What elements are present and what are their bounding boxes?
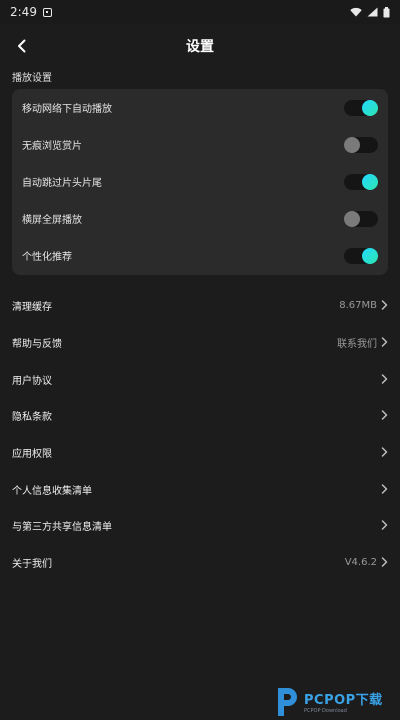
toggle-row-mobile-autoplay: 移动网络下自动播放 (12, 89, 388, 126)
signal-icon (367, 7, 378, 17)
watermark-text: PCPOP下载 PCPOP Download (304, 689, 383, 714)
menu-right: 联系我们 (337, 335, 388, 350)
toggle-label: 个性化推荐 (22, 252, 72, 263)
menu-right (381, 410, 388, 420)
battery-icon (383, 6, 390, 17)
section-label-playback: 播放设置 (12, 73, 52, 84)
menu-right (381, 484, 388, 494)
chevron-right-icon (381, 374, 388, 384)
menu-item-about-us[interactable]: 关于我们 V4.6.2 (0, 544, 400, 580)
version-value: V4.6.2 (344, 556, 377, 568)
menu-right: V4.6.2 (345, 557, 388, 568)
status-time: 2:49 (10, 5, 37, 19)
menu-right: 8.67MB (339, 300, 388, 311)
chevron-right-icon (381, 447, 388, 457)
toggle-knob (344, 210, 360, 227)
cache-size-value: 8.67MB (339, 299, 377, 311)
contact-us-value: 联系我们 (337, 338, 377, 350)
chevron-right-icon (381, 337, 388, 347)
toggle-label: 移动网络下自动播放 (22, 104, 112, 115)
toggle-label: 横屏全屏播放 (22, 215, 82, 226)
menu-label: 与第三方共享信息清单 (12, 521, 112, 533)
header: 设置 (0, 24, 400, 68)
watermark: PCPOP下载 PCPOP Download (274, 683, 400, 720)
toggle-label: 无痕浏览赏片 (22, 141, 82, 152)
menu-label: 隐私条款 (12, 411, 52, 423)
menu-right (381, 520, 388, 530)
toggle-knob (362, 173, 378, 190)
chevron-right-icon (381, 520, 388, 530)
toggle-switch-skip-intro[interactable] (344, 173, 378, 190)
status-bar: 2:49 (0, 0, 400, 24)
menu-item-privacy-terms[interactable]: 隐私条款 (0, 397, 400, 433)
playback-settings-card: 移动网络下自动播放 无痕浏览赏片 自动跳过片头片尾 横屏全屏播放 个性化推荐 (12, 89, 388, 275)
back-button[interactable] (8, 32, 36, 60)
toggle-switch-mobile-autoplay[interactable] (344, 99, 378, 116)
menu-item-help-feedback[interactable]: 帮助与反馈 联系我们 (0, 324, 400, 360)
status-right (350, 6, 390, 18)
page-title: 设置 (186, 39, 214, 55)
menu-label: 应用权限 (12, 448, 52, 460)
watermark-brand: PCPOP下载 (304, 693, 383, 708)
menu-label: 关于我们 (12, 558, 52, 570)
menu-item-app-permissions[interactable]: 应用权限 (0, 434, 400, 470)
chevron-right-icon (381, 557, 388, 567)
menu-label: 用户协议 (12, 375, 52, 387)
toggle-knob (362, 247, 378, 264)
notification-icon (42, 7, 52, 17)
toggle-switch-personalized[interactable] (344, 247, 378, 264)
menu-item-user-agreement[interactable]: 用户协议 (0, 361, 400, 397)
menu-item-clear-cache[interactable]: 清理缓存 8.67MB (0, 287, 400, 323)
status-left: 2:49 (10, 5, 52, 19)
toggle-knob (344, 136, 360, 153)
toggle-knob (362, 99, 378, 116)
toggle-switch-landscape-fullscreen[interactable] (344, 210, 378, 227)
chevron-right-icon (381, 410, 388, 420)
menu-label: 个人信息收集清单 (12, 485, 92, 497)
chevron-left-icon (18, 39, 26, 53)
menu-label: 清理缓存 (12, 301, 52, 313)
pcpop-logo-icon (278, 687, 297, 716)
toggle-row-incognito: 无痕浏览赏片 (12, 126, 388, 163)
toggle-row-skip-intro: 自动跳过片头片尾 (12, 163, 388, 200)
toggle-label: 自动跳过片头片尾 (22, 178, 102, 189)
menu-label: 帮助与反馈 (12, 338, 62, 350)
chevron-right-icon (381, 300, 388, 310)
toggle-row-landscape-fullscreen: 横屏全屏播放 (12, 200, 388, 237)
menu-right (381, 374, 388, 384)
menu-item-personal-info-list[interactable]: 个人信息收集清单 (0, 471, 400, 507)
chevron-right-icon (381, 484, 388, 494)
watermark-sub: PCPOP Download (304, 708, 347, 714)
wifi-icon (350, 7, 362, 17)
menu-item-third-party-sharing[interactable]: 与第三方共享信息清单 (0, 507, 400, 543)
toggle-row-personalized: 个性化推荐 (12, 237, 388, 274)
menu-right (381, 447, 388, 457)
toggle-switch-incognito[interactable] (344, 136, 378, 153)
